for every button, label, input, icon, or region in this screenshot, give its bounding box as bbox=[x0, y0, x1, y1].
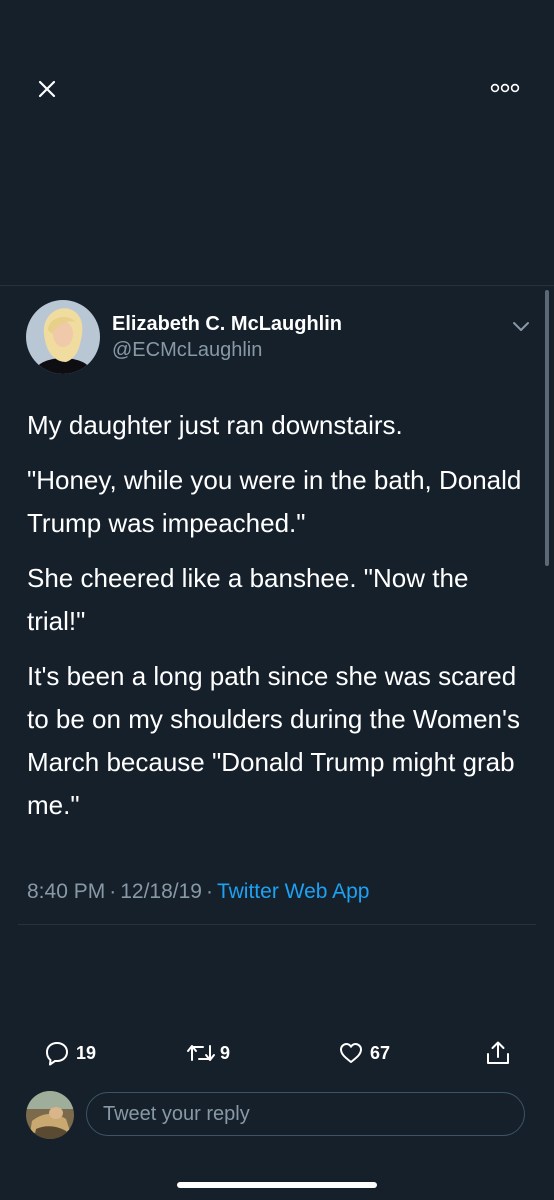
tweet-date: 12/18/19 bbox=[120, 880, 202, 903]
tweet-text: My daughter just ran downstairs. "Honey,… bbox=[27, 404, 527, 839]
reply-button[interactable]: 19 bbox=[44, 1038, 96, 1068]
tweet-metadata: 8:40 PM · 12/18/19 · Twitter Web App bbox=[27, 878, 370, 906]
header-divider bbox=[0, 285, 554, 286]
retweet-count: 9 bbox=[220, 1042, 231, 1063]
scrollbar[interactable] bbox=[545, 290, 549, 566]
like-count: 67 bbox=[370, 1042, 391, 1063]
top-bar bbox=[0, 0, 554, 285]
tweet-time: 8:40 PM bbox=[27, 880, 106, 903]
reply-input[interactable]: Tweet your reply bbox=[86, 1092, 525, 1136]
more-options-icon bbox=[490, 83, 520, 93]
retweet-icon bbox=[187, 1045, 215, 1061]
heart-icon bbox=[340, 1043, 362, 1063]
tweet-source-link[interactable]: Twitter Web App bbox=[217, 880, 370, 903]
share-icon bbox=[487, 1041, 509, 1064]
tweet-paragraph: She cheered like a banshee. "Now the tri… bbox=[27, 563, 469, 636]
author-info[interactable]: Elizabeth C. McLaughlin @ECMcLaughlin bbox=[112, 311, 342, 363]
reply-icon bbox=[46, 1042, 68, 1066]
reply-placeholder: Tweet your reply bbox=[103, 1103, 250, 1125]
reply-count: 19 bbox=[76, 1042, 97, 1063]
author-handle[interactable]: @ECMcLaughlin bbox=[112, 337, 342, 363]
meta-divider bbox=[18, 924, 536, 925]
author-name[interactable]: Elizabeth C. McLaughlin bbox=[112, 311, 342, 337]
home-indicator[interactable] bbox=[177, 1182, 377, 1188]
tweet-paragraph: "Honey, while you were in the bath, Dona… bbox=[27, 465, 522, 538]
meta-separator: · bbox=[205, 880, 213, 903]
close-button[interactable] bbox=[30, 72, 64, 106]
share-button[interactable] bbox=[484, 1038, 512, 1068]
action-bar: 19 9 67 bbox=[0, 1038, 554, 1068]
tweet-menu-button[interactable] bbox=[507, 314, 535, 338]
author-avatar[interactable] bbox=[26, 300, 100, 374]
retweet-button[interactable]: 9 bbox=[186, 1038, 230, 1068]
current-user-avatar[interactable] bbox=[26, 1091, 74, 1139]
more-options-button[interactable] bbox=[488, 76, 522, 100]
chevron-down-icon bbox=[513, 322, 529, 331]
like-button[interactable]: 67 bbox=[338, 1038, 390, 1068]
tweet-paragraph: My daughter just ran downstairs. bbox=[27, 410, 403, 440]
close-icon bbox=[38, 80, 56, 98]
tweet-paragraph: It's been a long path since she was scar… bbox=[27, 661, 520, 820]
meta-separator: · bbox=[109, 880, 117, 903]
